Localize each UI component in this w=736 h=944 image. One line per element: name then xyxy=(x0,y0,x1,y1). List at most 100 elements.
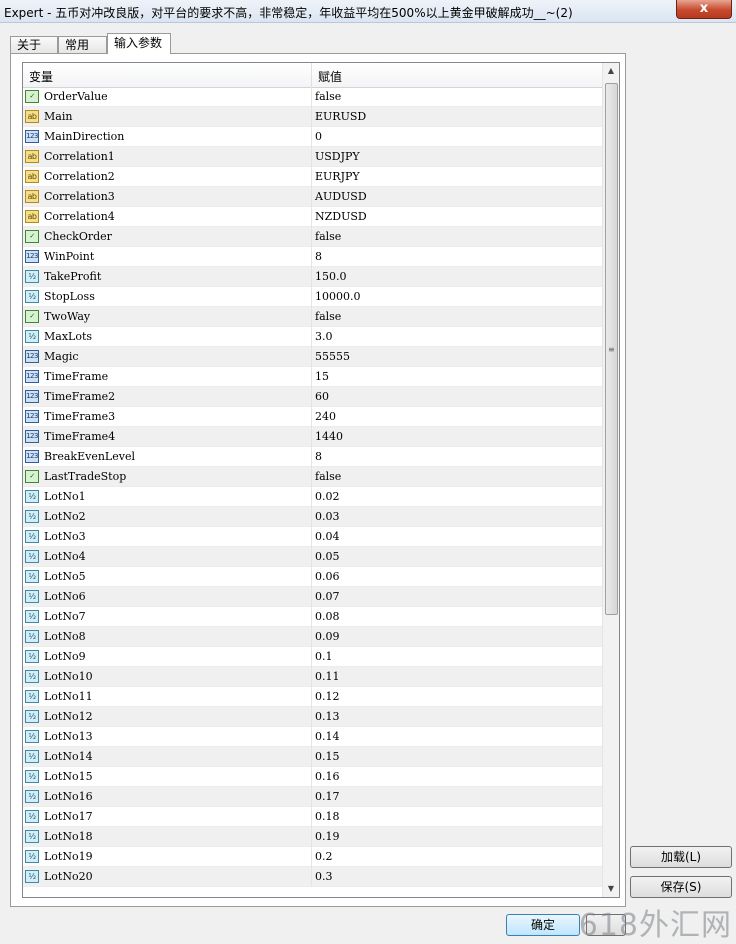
table-row[interactable]: ½ LotNo11 0.12 xyxy=(23,687,605,707)
table-row[interactable]: ½ LotNo5 0.06 xyxy=(23,567,605,587)
variable-value[interactable]: 0.18 xyxy=(315,810,340,823)
variable-value[interactable]: 55555 xyxy=(315,350,350,363)
table-row[interactable]: 123 TimeFrame 15 xyxy=(23,367,605,387)
scroll-thumb[interactable]: ≡ xyxy=(605,83,618,615)
table-row[interactable]: ½ TakeProfit 150.0 xyxy=(23,267,605,287)
save-button[interactable]: 保存(S) xyxy=(630,876,732,898)
variable-value[interactable]: 0.3 xyxy=(315,870,333,883)
variable-value[interactable]: 0.2 xyxy=(315,850,333,863)
table-row[interactable]: ½ LotNo20 0.3 xyxy=(23,867,605,887)
variable-value[interactable]: 0.08 xyxy=(315,610,340,623)
table-row[interactable]: ab Correlation2 EURJPY xyxy=(23,167,605,187)
table-row[interactable]: 123 TimeFrame2 60 xyxy=(23,387,605,407)
variable-value[interactable]: 0 xyxy=(315,130,322,143)
double-icon: ½ xyxy=(25,490,39,503)
table-row[interactable]: ✓ TwoWay false xyxy=(23,307,605,327)
table-row[interactable]: 123 WinPoint 8 xyxy=(23,247,605,267)
header-value[interactable]: 赋值 xyxy=(318,68,342,85)
variable-value[interactable]: false xyxy=(315,310,341,323)
table-row[interactable]: ab Correlation1 USDJPY xyxy=(23,147,605,167)
variable-value[interactable]: USDJPY xyxy=(315,150,360,163)
table-row[interactable]: ½ LotNo7 0.08 xyxy=(23,607,605,627)
table-row[interactable]: ½ LotNo18 0.19 xyxy=(23,827,605,847)
variable-value[interactable]: AUDUSD xyxy=(315,190,367,203)
variable-value[interactable]: 0.02 xyxy=(315,490,340,503)
variable-value[interactable]: 240 xyxy=(315,410,336,423)
table-row[interactable]: ab Correlation4 NZDUSD xyxy=(23,207,605,227)
load-button[interactable]: 加载(L) xyxy=(630,846,732,868)
scroll-down-arrow-icon[interactable]: ▼ xyxy=(603,881,619,897)
table-row[interactable]: ½ LotNo15 0.16 xyxy=(23,767,605,787)
table-row[interactable]: ½ LotNo6 0.07 xyxy=(23,587,605,607)
table-row[interactable]: ½ LotNo13 0.14 xyxy=(23,727,605,747)
variable-value[interactable]: 150.0 xyxy=(315,270,347,283)
table-row[interactable]: ✓ OrderValue false xyxy=(23,87,605,107)
table-row[interactable]: 123 TimeFrame4 1440 xyxy=(23,427,605,447)
table-row[interactable]: ab Main EURUSD xyxy=(23,107,605,127)
variable-value[interactable]: EURJPY xyxy=(315,170,360,183)
variable-value[interactable]: 0.15 xyxy=(315,750,340,763)
table-row[interactable]: ½ LotNo14 0.15 xyxy=(23,747,605,767)
double-icon: ½ xyxy=(25,530,39,543)
scroll-up-arrow-icon[interactable]: ▲ xyxy=(603,63,619,79)
table-row[interactable]: ½ LotNo8 0.09 xyxy=(23,627,605,647)
variable-value[interactable]: 0.17 xyxy=(315,790,340,803)
variable-value[interactable]: 8 xyxy=(315,250,322,263)
table-row[interactable]: ½ LotNo2 0.03 xyxy=(23,507,605,527)
variable-value[interactable]: 0.07 xyxy=(315,590,340,603)
table-row[interactable]: 123 BreakEvenLevel 8 xyxy=(23,447,605,467)
table-row[interactable]: ab Correlation3 AUDUSD xyxy=(23,187,605,207)
tab-inputs[interactable]: 输入参数 xyxy=(107,33,171,54)
table-row[interactable]: ½ LotNo12 0.13 xyxy=(23,707,605,727)
variable-name: LotNo14 xyxy=(44,750,93,763)
variable-value[interactable]: false xyxy=(315,230,341,243)
variable-value[interactable]: 1440 xyxy=(315,430,343,443)
variable-value[interactable]: 0.06 xyxy=(315,570,340,583)
table-row[interactable]: 123 MainDirection 0 xyxy=(23,127,605,147)
vertical-scrollbar[interactable]: ▲ ≡ ▼ xyxy=(602,63,619,897)
tab-about[interactable]: 关于 xyxy=(10,36,58,53)
variable-value[interactable]: 0.12 xyxy=(315,690,340,703)
variable-value[interactable]: 0.19 xyxy=(315,830,340,843)
parameters-grid: 变量 赋值 ✓ OrderValue false ab Main EURUSD 123 Mai… xyxy=(22,62,620,898)
variable-name: LotNo8 xyxy=(44,630,86,643)
table-row[interactable]: ½ LotNo1 0.02 xyxy=(23,487,605,507)
variable-value[interactable]: 0.1 xyxy=(315,650,333,663)
variable-value[interactable]: 0.13 xyxy=(315,710,340,723)
table-row[interactable]: ½ LotNo10 0.11 xyxy=(23,667,605,687)
close-button[interactable]: x xyxy=(676,0,732,19)
table-row[interactable]: ½ LotNo9 0.1 xyxy=(23,647,605,667)
variable-value[interactable]: 60 xyxy=(315,390,329,403)
table-row[interactable]: ½ MaxLots 3.0 xyxy=(23,327,605,347)
table-row[interactable]: 123 Magic 55555 xyxy=(23,347,605,367)
window-title: Expert - 五币对冲改良版，对平台的要求不高，非常稳定，年收益平均在500… xyxy=(4,6,573,20)
table-row[interactable]: ½ LotNo16 0.17 xyxy=(23,787,605,807)
variable-value[interactable]: 10000.0 xyxy=(315,290,361,303)
variable-value[interactable]: 15 xyxy=(315,370,329,383)
variable-value[interactable]: 0.09 xyxy=(315,630,340,643)
variable-value[interactable]: 0.14 xyxy=(315,730,340,743)
variable-value[interactable]: NZDUSD xyxy=(315,210,367,223)
variable-value[interactable]: 3.0 xyxy=(315,330,333,343)
table-row[interactable]: 123 TimeFrame3 240 xyxy=(23,407,605,427)
table-row[interactable]: ✓ CheckOrder false xyxy=(23,227,605,247)
variable-value[interactable]: 0.16 xyxy=(315,770,340,783)
variable-value[interactable]: 0.11 xyxy=(315,670,340,683)
variable-value[interactable]: EURUSD xyxy=(315,110,366,123)
table-row[interactable]: ½ LotNo19 0.2 xyxy=(23,847,605,867)
table-row[interactable]: ½ LotNo17 0.18 xyxy=(23,807,605,827)
header-variable[interactable]: 变量 xyxy=(29,68,53,85)
table-row[interactable]: ½ StopLoss 10000.0 xyxy=(23,287,605,307)
variable-value[interactable]: 0.03 xyxy=(315,510,340,523)
variable-value[interactable]: 0.05 xyxy=(315,550,340,563)
variable-value[interactable]: false xyxy=(315,470,341,483)
tab-common[interactable]: 常用 xyxy=(58,36,107,53)
table-row[interactable]: ✓ LastTradeStop false xyxy=(23,467,605,487)
table-row[interactable]: ½ LotNo4 0.05 xyxy=(23,547,605,567)
header-divider[interactable] xyxy=(311,63,312,87)
variable-value[interactable]: false xyxy=(315,90,341,103)
table-row[interactable]: ½ LotNo3 0.04 xyxy=(23,527,605,547)
variable-value[interactable]: 0.04 xyxy=(315,530,340,543)
ok-button[interactable]: 确定 xyxy=(506,914,580,936)
variable-value[interactable]: 8 xyxy=(315,450,322,463)
